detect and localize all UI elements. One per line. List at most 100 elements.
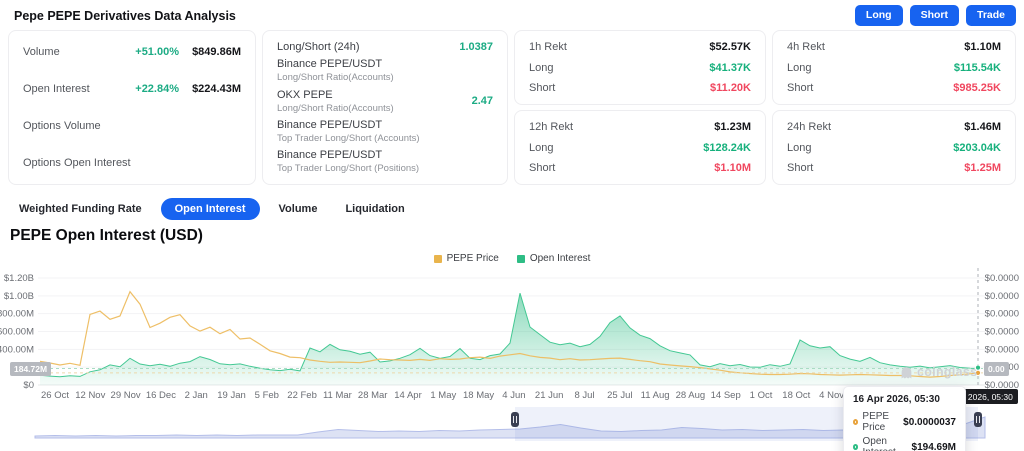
svg-text:16 Dec: 16 Dec <box>146 390 176 401</box>
rekt-24h-long-value: $203.04K <box>953 142 1001 154</box>
rekt-1h-title: 1h Rekt <box>529 41 567 53</box>
rekt-12h-card: 12h Rekt$1.23M Long$128.24K Short$1.10M <box>514 110 766 185</box>
open-interest-label: Open Interest <box>23 83 90 95</box>
tab-volume[interactable]: Volume <box>270 198 327 220</box>
svg-text:$400.00M: $400.00M <box>0 344 34 355</box>
price-current-value-badge: 0.00 <box>984 362 1009 376</box>
svg-text:14 Apr: 14 Apr <box>394 390 421 401</box>
svg-text:11 Mar: 11 Mar <box>323 390 352 401</box>
svg-text:$600.00M: $600.00M <box>0 327 34 338</box>
options-open-interest-row: Options Open Interest <box>23 157 241 169</box>
rekt-4h-title: 4h Rekt <box>787 41 825 53</box>
svg-text:4 Jun: 4 Jun <box>502 390 525 401</box>
open-interest-value: $224.43M <box>179 83 241 95</box>
tooltip-price-row: PEPE Price $0.0000037 <box>853 411 956 433</box>
svg-text:18 Oct: 18 Oct <box>782 390 810 401</box>
rekt-12h-title: 12h Rekt <box>529 121 573 133</box>
binance-toptrader-accounts-title: Binance PEPE/USDT <box>277 119 420 131</box>
short-button[interactable]: Short <box>910 5 959 26</box>
svg-text:$0.0000: $0.0000 <box>985 327 1019 338</box>
options-volume-row: Options Volume <box>23 120 241 132</box>
svg-text:$0.0000: $0.0000 <box>985 309 1019 320</box>
binance-toptrader-accounts-row: Binance PEPE/USDT Top Trader Long/Short … <box>277 119 493 144</box>
svg-text:2 Jan: 2 Jan <box>185 390 208 401</box>
svg-text:$0.0000: $0.0000 <box>985 273 1019 284</box>
volume-row: Volume +51.00% $849.86M <box>23 46 241 58</box>
tooltip-oi-value: $194.69M <box>912 442 956 451</box>
tooltip-oi-label: Open Interest <box>862 436 907 451</box>
tooltip-price-value: $0.0000037 <box>903 417 956 428</box>
coinglass-ghost-icon <box>900 366 913 379</box>
navigator-handle-left[interactable] <box>511 412 519 427</box>
rekt-1h-long-label: Long <box>529 62 553 74</box>
volume-label: Volume <box>23 46 60 58</box>
rekt-1h-short-value: $11.20K <box>710 82 751 94</box>
rekt-1h-total: $52.57K <box>709 41 751 53</box>
rekt-12h-long-label: Long <box>529 142 553 154</box>
derivatives-dashboard: Pepe PEPE Derivatives Data Analysis Long… <box>0 0 1024 451</box>
binance-toptrader-accounts-sub: Top Trader Long/Short (Accounts) <box>277 133 420 144</box>
binance-ls-accounts-row: Binance PEPE/USDT Long/Short Ratio(Accou… <box>277 58 493 83</box>
ls-24h-value: 1.0387 <box>459 41 493 53</box>
svg-text:$0.0000: $0.0000 <box>985 291 1019 302</box>
binance-toptrader-positions-sub: Top Trader Long/Short (Positions) <box>277 163 419 174</box>
page-title: Pepe PEPE Derivatives Data Analysis <box>14 9 236 23</box>
rekt-12h-total: $1.23M <box>714 121 751 133</box>
rekt-4h-long-label: Long <box>787 62 811 74</box>
svg-text:21 Jun: 21 Jun <box>535 390 564 401</box>
rekt-4h-long-value: $115.54K <box>954 62 1001 74</box>
rekt-24h-title: 24h Rekt <box>787 121 831 133</box>
tab-weighted-funding-rate[interactable]: Weighted Funding Rate <box>10 198 151 220</box>
svg-text:8 Jul: 8 Jul <box>574 390 594 401</box>
watermark: coinglass <box>900 365 977 379</box>
svg-text:1 May: 1 May <box>430 390 456 401</box>
trade-button[interactable]: Trade <box>966 5 1016 26</box>
tab-open-interest[interactable]: Open Interest <box>161 198 260 220</box>
svg-text:$1.20B: $1.20B <box>4 273 34 284</box>
rekt-12h-short-value: $1.10M <box>714 162 751 174</box>
market-stats-card: Volume +51.00% $849.86M Open Interest +2… <box>8 30 256 185</box>
rekt-4h-card: 4h Rekt $1.10M Long $115.54K Short $985.25K <box>772 30 1016 105</box>
svg-text:12 Nov: 12 Nov <box>75 390 105 401</box>
rekt-4h-short-label: Short <box>787 82 813 94</box>
svg-text:19 Jan: 19 Jan <box>217 390 246 401</box>
rekt-24h-long-label: Long <box>787 142 811 154</box>
ls-24h-label: Long/Short (24h) <box>277 41 360 53</box>
price-dot-icon <box>853 419 858 425</box>
ls-24h-row: Long/Short (24h) 1.0387 <box>277 41 493 53</box>
svg-text:26 Oct: 26 Oct <box>41 390 69 401</box>
svg-text:4 Nov: 4 Nov <box>819 390 844 401</box>
chart-tooltip: 16 Apr 2026, 05:30 PEPE Price $0.0000037… <box>843 386 966 451</box>
svg-text:11 Aug: 11 Aug <box>641 390 670 401</box>
options-volume-label: Options Volume <box>23 120 101 132</box>
binance-toptrader-positions-row: Binance PEPE/USDT Top Trader Long/Short … <box>277 149 493 174</box>
rekt-4h-short-value: $985.25K <box>953 82 1001 94</box>
svg-text:29 Nov: 29 Nov <box>111 390 141 401</box>
binance-toptrader-positions-title: Binance PEPE/USDT <box>277 149 419 161</box>
tab-liquidation[interactable]: Liquidation <box>336 198 413 220</box>
navigator-handle-right[interactable] <box>974 412 982 427</box>
rekt-24h-total: $1.46M <box>964 121 1001 133</box>
svg-text:28 Aug: 28 Aug <box>676 390 706 401</box>
svg-text:28 Mar: 28 Mar <box>358 390 388 401</box>
svg-text:1 Oct: 1 Oct <box>750 390 773 401</box>
svg-text:$800.00M: $800.00M <box>0 309 34 320</box>
long-short-ratio-card: Long/Short (24h) 1.0387 Binance PEPE/USD… <box>262 30 508 185</box>
rekt-24h-card: 24h Rekt$1.46M Long$203.04K Short$1.25M <box>772 110 1016 185</box>
chart-title: PEPE Open Interest (USD) <box>10 227 203 245</box>
svg-text:18 May: 18 May <box>463 390 494 401</box>
oi-dot-icon <box>853 444 858 450</box>
long-button[interactable]: Long <box>855 5 903 26</box>
binance-ls-accounts-title: Binance PEPE/USDT <box>277 58 394 70</box>
options-open-interest-label: Options Open Interest <box>23 157 131 169</box>
watermark-text: coinglass <box>917 365 977 379</box>
volume-value: $849.86M <box>179 46 241 58</box>
rekt-4h-total: $1.10M <box>964 41 1001 53</box>
svg-text:22 Feb: 22 Feb <box>287 390 317 401</box>
rekt-24h-short-value: $1.25M <box>964 162 1001 174</box>
svg-text:5 Feb: 5 Feb <box>255 390 279 401</box>
svg-text:$0: $0 <box>23 380 34 391</box>
tooltip-date: 16 Apr 2026, 05:30 <box>853 394 956 405</box>
open-interest-chart[interactable]: $1.20B$0.0000$1.00B$0.0000$800.00M$0.000… <box>0 260 1024 406</box>
rekt-1h-card: 1h Rekt$52.57K Long$41.37K Short$11.20K <box>514 30 766 105</box>
